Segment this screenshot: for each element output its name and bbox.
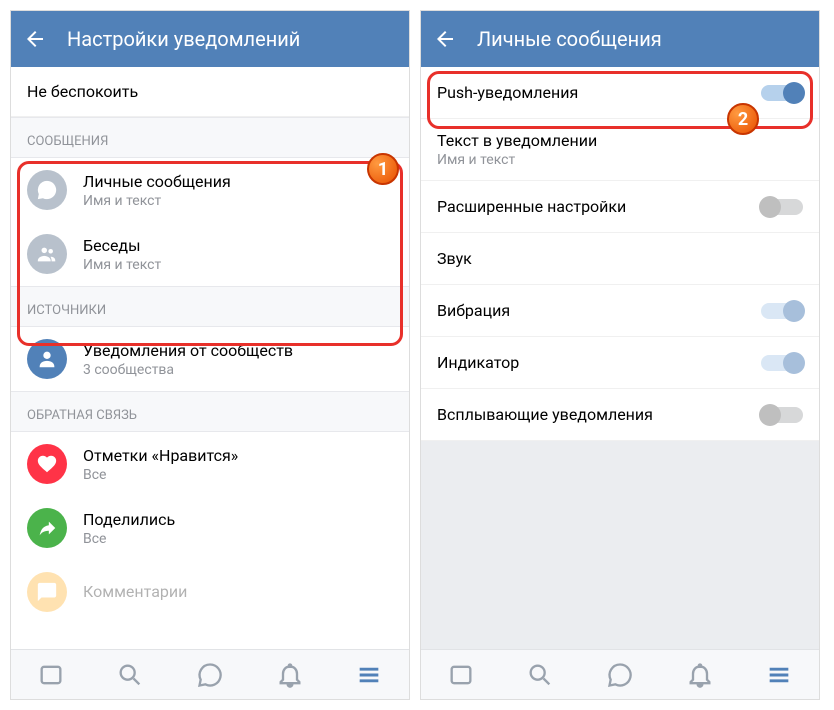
item-sub: Имя и текст	[83, 257, 393, 273]
nav-menu-icon[interactable]	[765, 661, 793, 689]
item-sub: Имя и текст	[83, 193, 393, 209]
dnd-label: Не беспокоить	[27, 82, 138, 101]
nav-messages-icon[interactable]	[606, 661, 634, 689]
heart-icon	[27, 444, 67, 484]
header: Настройки уведомлений	[11, 11, 409, 67]
item-sub: 3 сообщества	[83, 362, 393, 378]
item-private-messages[interactable]: Личные сообщения Имя и текст	[11, 158, 409, 222]
item-likes[interactable]: Отметки «Нравится» Все	[11, 432, 409, 496]
item-community-notifications[interactable]: Уведомления от сообществ 3 сообщества	[11, 327, 409, 391]
indicator-row[interactable]: Индикатор	[421, 337, 819, 389]
content: Push-уведомления Текст в уведомлении Имя…	[421, 67, 819, 649]
item-sub: Все	[83, 531, 393, 547]
nav-menu-icon[interactable]	[355, 661, 383, 689]
setting-sub: Имя и текст	[437, 152, 803, 168]
setting-label: Индикатор	[437, 353, 519, 372]
sound-row[interactable]: Звук	[421, 233, 819, 285]
back-icon[interactable]	[433, 27, 457, 51]
advanced-row[interactable]: Расширенные настройки	[421, 181, 819, 233]
bottom-nav	[11, 649, 409, 699]
item-title: Поделились	[83, 510, 393, 529]
empty-area	[421, 441, 819, 649]
nav-messages-icon[interactable]	[196, 661, 224, 689]
header: Личные сообщения	[421, 11, 819, 67]
nav-notifications-icon[interactable]	[686, 661, 714, 689]
community-icon	[27, 339, 67, 379]
message-icon	[27, 170, 67, 210]
nav-search-icon[interactable]	[116, 661, 144, 689]
left-screen: Настройки уведомлений Не беспокоить СООБ…	[10, 10, 410, 700]
item-title: Уведомления от сообществ	[83, 341, 393, 360]
vibration-row[interactable]: Вибрация	[421, 285, 819, 337]
item-conversations[interactable]: Беседы Имя и текст	[11, 222, 409, 286]
nav-feed-icon[interactable]	[37, 661, 65, 689]
setting-label: Вибрация	[437, 301, 510, 320]
item-title: Беседы	[83, 236, 393, 255]
setting-label: Звук	[437, 249, 472, 268]
comment-icon	[27, 572, 67, 612]
push-row[interactable]: Push-уведомления	[421, 67, 819, 119]
popup-toggle[interactable]	[761, 407, 803, 423]
item-comments[interactable]: Комментарии	[11, 560, 409, 624]
header-title: Личные сообщения	[477, 27, 662, 51]
push-toggle[interactable]	[761, 85, 803, 101]
indicator-toggle[interactable]	[761, 355, 803, 371]
push-label: Push-уведомления	[437, 83, 578, 102]
dnd-row[interactable]: Не беспокоить	[11, 67, 409, 117]
item-shares[interactable]: Поделились Все	[11, 496, 409, 560]
popup-row[interactable]: Всплывающие уведомления	[421, 389, 819, 441]
nav-feed-icon[interactable]	[447, 661, 475, 689]
text-in-notification-row[interactable]: Текст в уведомлении Имя и текст	[421, 119, 819, 181]
setting-label: Расширенные настройки	[437, 197, 626, 216]
item-title: Отметки «Нравится»	[83, 446, 393, 465]
item-title: Комментарии	[83, 582, 393, 601]
share-icon	[27, 508, 67, 548]
bottom-nav	[421, 649, 819, 699]
header-title: Настройки уведомлений	[67, 27, 300, 51]
nav-notifications-icon[interactable]	[276, 661, 304, 689]
section-feedback-header: ОБРАТНАЯ СВЯЗЬ	[11, 391, 409, 432]
vibration-toggle[interactable]	[761, 303, 803, 319]
step-badge-2: 2	[727, 103, 759, 135]
advanced-toggle[interactable]	[761, 199, 803, 215]
right-screen: Личные сообщения Push-уведомления Текст …	[420, 10, 820, 700]
group-icon	[27, 234, 67, 274]
content: Не беспокоить СООБЩЕНИЯ Личные сообщения…	[11, 67, 409, 649]
item-sub: Все	[83, 467, 393, 483]
item-title: Личные сообщения	[83, 172, 393, 191]
setting-label: Всплывающие уведомления	[437, 405, 653, 424]
section-messages-header: СООБЩЕНИЯ	[11, 117, 409, 158]
nav-search-icon[interactable]	[526, 661, 554, 689]
back-icon[interactable]	[23, 27, 47, 51]
step-badge-1: 1	[367, 153, 399, 185]
section-sources-header: ИСТОЧНИКИ	[11, 286, 409, 327]
